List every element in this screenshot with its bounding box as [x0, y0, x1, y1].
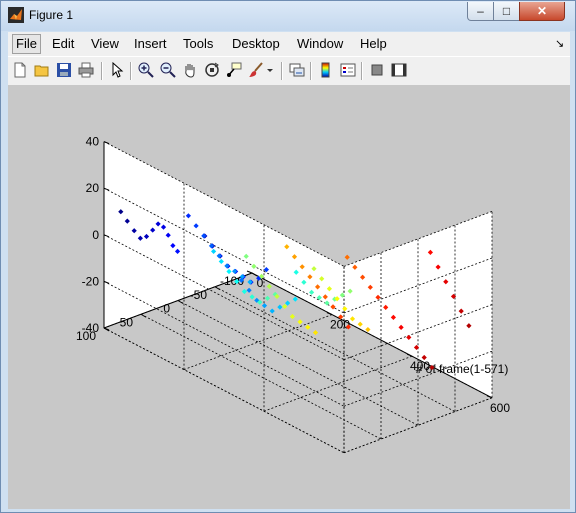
- scatter-point: [292, 296, 298, 302]
- open-file-icon[interactable]: [33, 61, 51, 79]
- y-tick-label: 0: [163, 302, 170, 316]
- z-tick-label: 40: [86, 135, 100, 149]
- menu-edit[interactable]: Edit: [52, 35, 74, 53]
- scatter-point: [312, 329, 319, 336]
- x-tick-label: 200: [330, 318, 350, 332]
- figure-window: Figure 1 – □ ✕ File Edit View Insert Too…: [0, 0, 576, 513]
- y-tick-label: -50: [190, 288, 208, 302]
- x-axis-label: # of frame(1-571): [416, 362, 509, 376]
- scatter-point: [261, 303, 268, 309]
- grid-line: [140, 313, 382, 440]
- scatter-point: [344, 254, 350, 260]
- link-plot-icon[interactable]: [288, 61, 306, 79]
- brush-icon[interactable]: [247, 61, 265, 79]
- show-plot-tools-icon[interactable]: [390, 61, 408, 79]
- legend-icon[interactable]: [339, 61, 357, 79]
- z-tick-label: 0: [92, 228, 99, 242]
- toolbar-separator: [281, 62, 283, 80]
- menu-help[interactable]: Help: [360, 35, 387, 53]
- scatter-point: [246, 287, 252, 293]
- z-tick-label: -20: [82, 274, 100, 288]
- window-title: Figure 1: [29, 8, 74, 22]
- figure-canvas: -40 -20 0 20 40 -100 -50 0 50 100 0 200 400 600 # of f…: [8, 85, 570, 509]
- colorbar-icon[interactable]: [317, 61, 335, 79]
- minimize-button[interactable]: –: [467, 2, 494, 21]
- menu-bar: File Edit View Insert Tools Desktop Wind…: [8, 32, 570, 56]
- scatter-point: [277, 304, 283, 310]
- y-tick-label: 50: [120, 315, 134, 329]
- title-bar[interactable]: Figure 1 – □ ✕: [1, 1, 575, 31]
- scatter-point: [305, 324, 311, 330]
- scatter-point: [241, 288, 247, 295]
- grid-line: [103, 327, 345, 454]
- y-tick-label: 100: [76, 329, 96, 343]
- data-cursor-icon[interactable]: [225, 61, 243, 79]
- menu-window[interactable]: Window: [297, 35, 343, 53]
- scatter-point: [289, 313, 295, 320]
- figure-toolbar: [8, 56, 570, 85]
- brush-dropdown-icon[interactable]: [265, 61, 275, 79]
- edit-plot-arrow-icon[interactable]: [108, 61, 126, 79]
- menu-insert[interactable]: Insert: [134, 35, 167, 53]
- hide-plot-tools-icon[interactable]: [368, 61, 386, 79]
- y-tick: [177, 300, 184, 304]
- z-tick-label: 20: [86, 181, 100, 195]
- x-tick-label: 600: [490, 401, 510, 415]
- y-tick: [140, 313, 147, 318]
- axes-background: [104, 141, 492, 398]
- toolbar-separator: [310, 62, 312, 80]
- menu-file[interactable]: File: [12, 34, 41, 54]
- scatter-point: [264, 295, 271, 301]
- menu-view[interactable]: View: [91, 35, 119, 53]
- scatter3-axes[interactable]: -40-2002040-100-500501000200400600# of f…: [8, 85, 570, 509]
- scatter-point: [269, 308, 275, 314]
- toolbar-separator: [361, 62, 363, 80]
- print-icon[interactable]: [77, 61, 95, 79]
- scatter-point: [266, 283, 272, 290]
- pan-hand-icon[interactable]: [181, 61, 199, 79]
- new-figure-icon[interactable]: [11, 61, 29, 79]
- rotate-3d-icon[interactable]: [203, 61, 221, 79]
- zoom-in-icon[interactable]: [137, 61, 155, 79]
- menu-desktop[interactable]: Desktop: [232, 35, 280, 53]
- close-button[interactable]: ✕: [519, 2, 565, 21]
- save-icon[interactable]: [55, 61, 73, 79]
- scatter-point: [249, 294, 255, 300]
- zoom-out-icon[interactable]: [159, 61, 177, 79]
- maximize-button[interactable]: □: [493, 2, 520, 21]
- toolbar-separator: [101, 62, 103, 80]
- matlab-logo-icon: [8, 7, 24, 23]
- dock-arrow-icon[interactable]: ↘: [555, 35, 564, 53]
- scatter-point: [297, 319, 303, 325]
- menu-tools[interactable]: Tools: [183, 35, 213, 53]
- toolbar-separator: [130, 62, 132, 80]
